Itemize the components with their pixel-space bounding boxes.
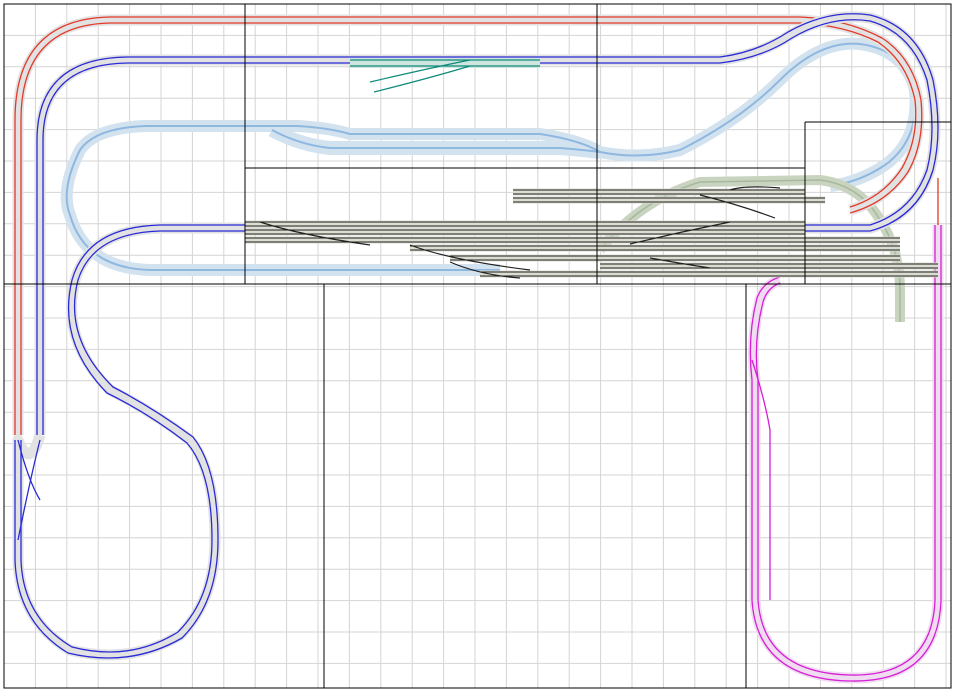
canvas-background bbox=[0, 0, 957, 694]
track-plan-canvas[interactable] bbox=[0, 0, 957, 694]
track-plan-svg[interactable] bbox=[0, 0, 957, 694]
